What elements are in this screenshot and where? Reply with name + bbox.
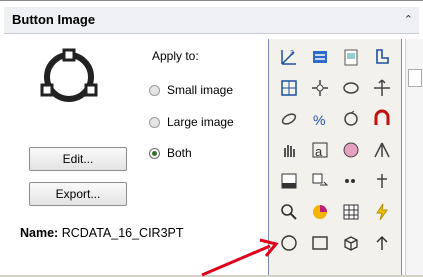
- pan-hand-icon[interactable]: [273, 134, 304, 165]
- table-icon[interactable]: [273, 165, 304, 196]
- bulb-arrows-icon[interactable]: [366, 165, 397, 196]
- magnet-icon[interactable]: [366, 103, 397, 134]
- grid-blue-icon[interactable]: [273, 72, 304, 103]
- radio-button[interactable]: [149, 147, 160, 159]
- compass-arrows-icon[interactable]: [304, 72, 335, 103]
- apply-to-label: Apply to:: [152, 49, 199, 63]
- 3d-blue-icon[interactable]: [304, 41, 335, 72]
- icon-grid: 3 % a: [273, 41, 397, 258]
- grid-table-icon[interactable]: [335, 196, 366, 227]
- globe-icon[interactable]: [335, 134, 366, 165]
- percent-icon[interactable]: %: [304, 103, 335, 134]
- pie-chart-icon[interactable]: [304, 196, 335, 227]
- radio-small-image[interactable]: Small image: [149, 82, 233, 98]
- orbit-icon[interactable]: [273, 103, 304, 134]
- svg-text:3: 3: [290, 50, 294, 57]
- chair-shape-icon[interactable]: [366, 41, 397, 72]
- export-button[interactable]: Export...: [29, 182, 127, 206]
- name-label: Name:: [20, 226, 59, 240]
- scroll-thumb[interactable]: [408, 69, 422, 87]
- copy-arrow-icon[interactable]: [304, 165, 335, 196]
- radio-label: Small image: [167, 83, 234, 97]
- radio-label: Both: [167, 146, 192, 160]
- clipboard-image-icon[interactable]: [335, 41, 366, 72]
- radio-button[interactable]: [149, 116, 160, 128]
- collapse-icon[interactable]: ⌃: [404, 13, 413, 26]
- box-3d-icon[interactable]: [335, 227, 366, 258]
- radio-label: Large image: [167, 115, 234, 129]
- spin-arrows-icon[interactable]: [335, 103, 366, 134]
- panel-header: Button Image ⌃: [4, 7, 419, 34]
- panel-title: Button Image: [12, 12, 96, 27]
- vertical-scrollbar[interactable]: [405, 39, 423, 275]
- layer-a-icon[interactable]: a: [304, 134, 335, 165]
- name-row: Name: RCDATA_16_CIR3PT: [20, 226, 184, 240]
- magnifier-icon[interactable]: [273, 196, 304, 227]
- radio-both[interactable]: Both: [149, 145, 192, 161]
- red-arrow-annotation: [201, 238, 279, 277]
- rotate-3d-icon[interactable]: [335, 72, 366, 103]
- button-image-panel: Button Image ⌃ Apply to: Small image Lar…: [0, 0, 423, 277]
- radio-large-image[interactable]: Large image: [149, 114, 234, 130]
- arrow-up-icon[interactable]: [366, 227, 397, 258]
- edit-button[interactable]: Edit...: [29, 147, 127, 171]
- move-arrows-icon[interactable]: [366, 72, 397, 103]
- svg-text:%: %: [313, 112, 325, 128]
- tripod-icon[interactable]: [366, 134, 397, 165]
- radio-button[interactable]: [149, 84, 160, 96]
- circle-preview-icon: [40, 48, 98, 102]
- dots-icon[interactable]: [335, 165, 366, 196]
- name-value: RCDATA_16_CIR3PT: [61, 226, 184, 240]
- lightning-icon[interactable]: [366, 196, 397, 227]
- rectangle-icon[interactable]: [304, 227, 335, 258]
- angle-dimension-icon[interactable]: 3: [273, 41, 304, 72]
